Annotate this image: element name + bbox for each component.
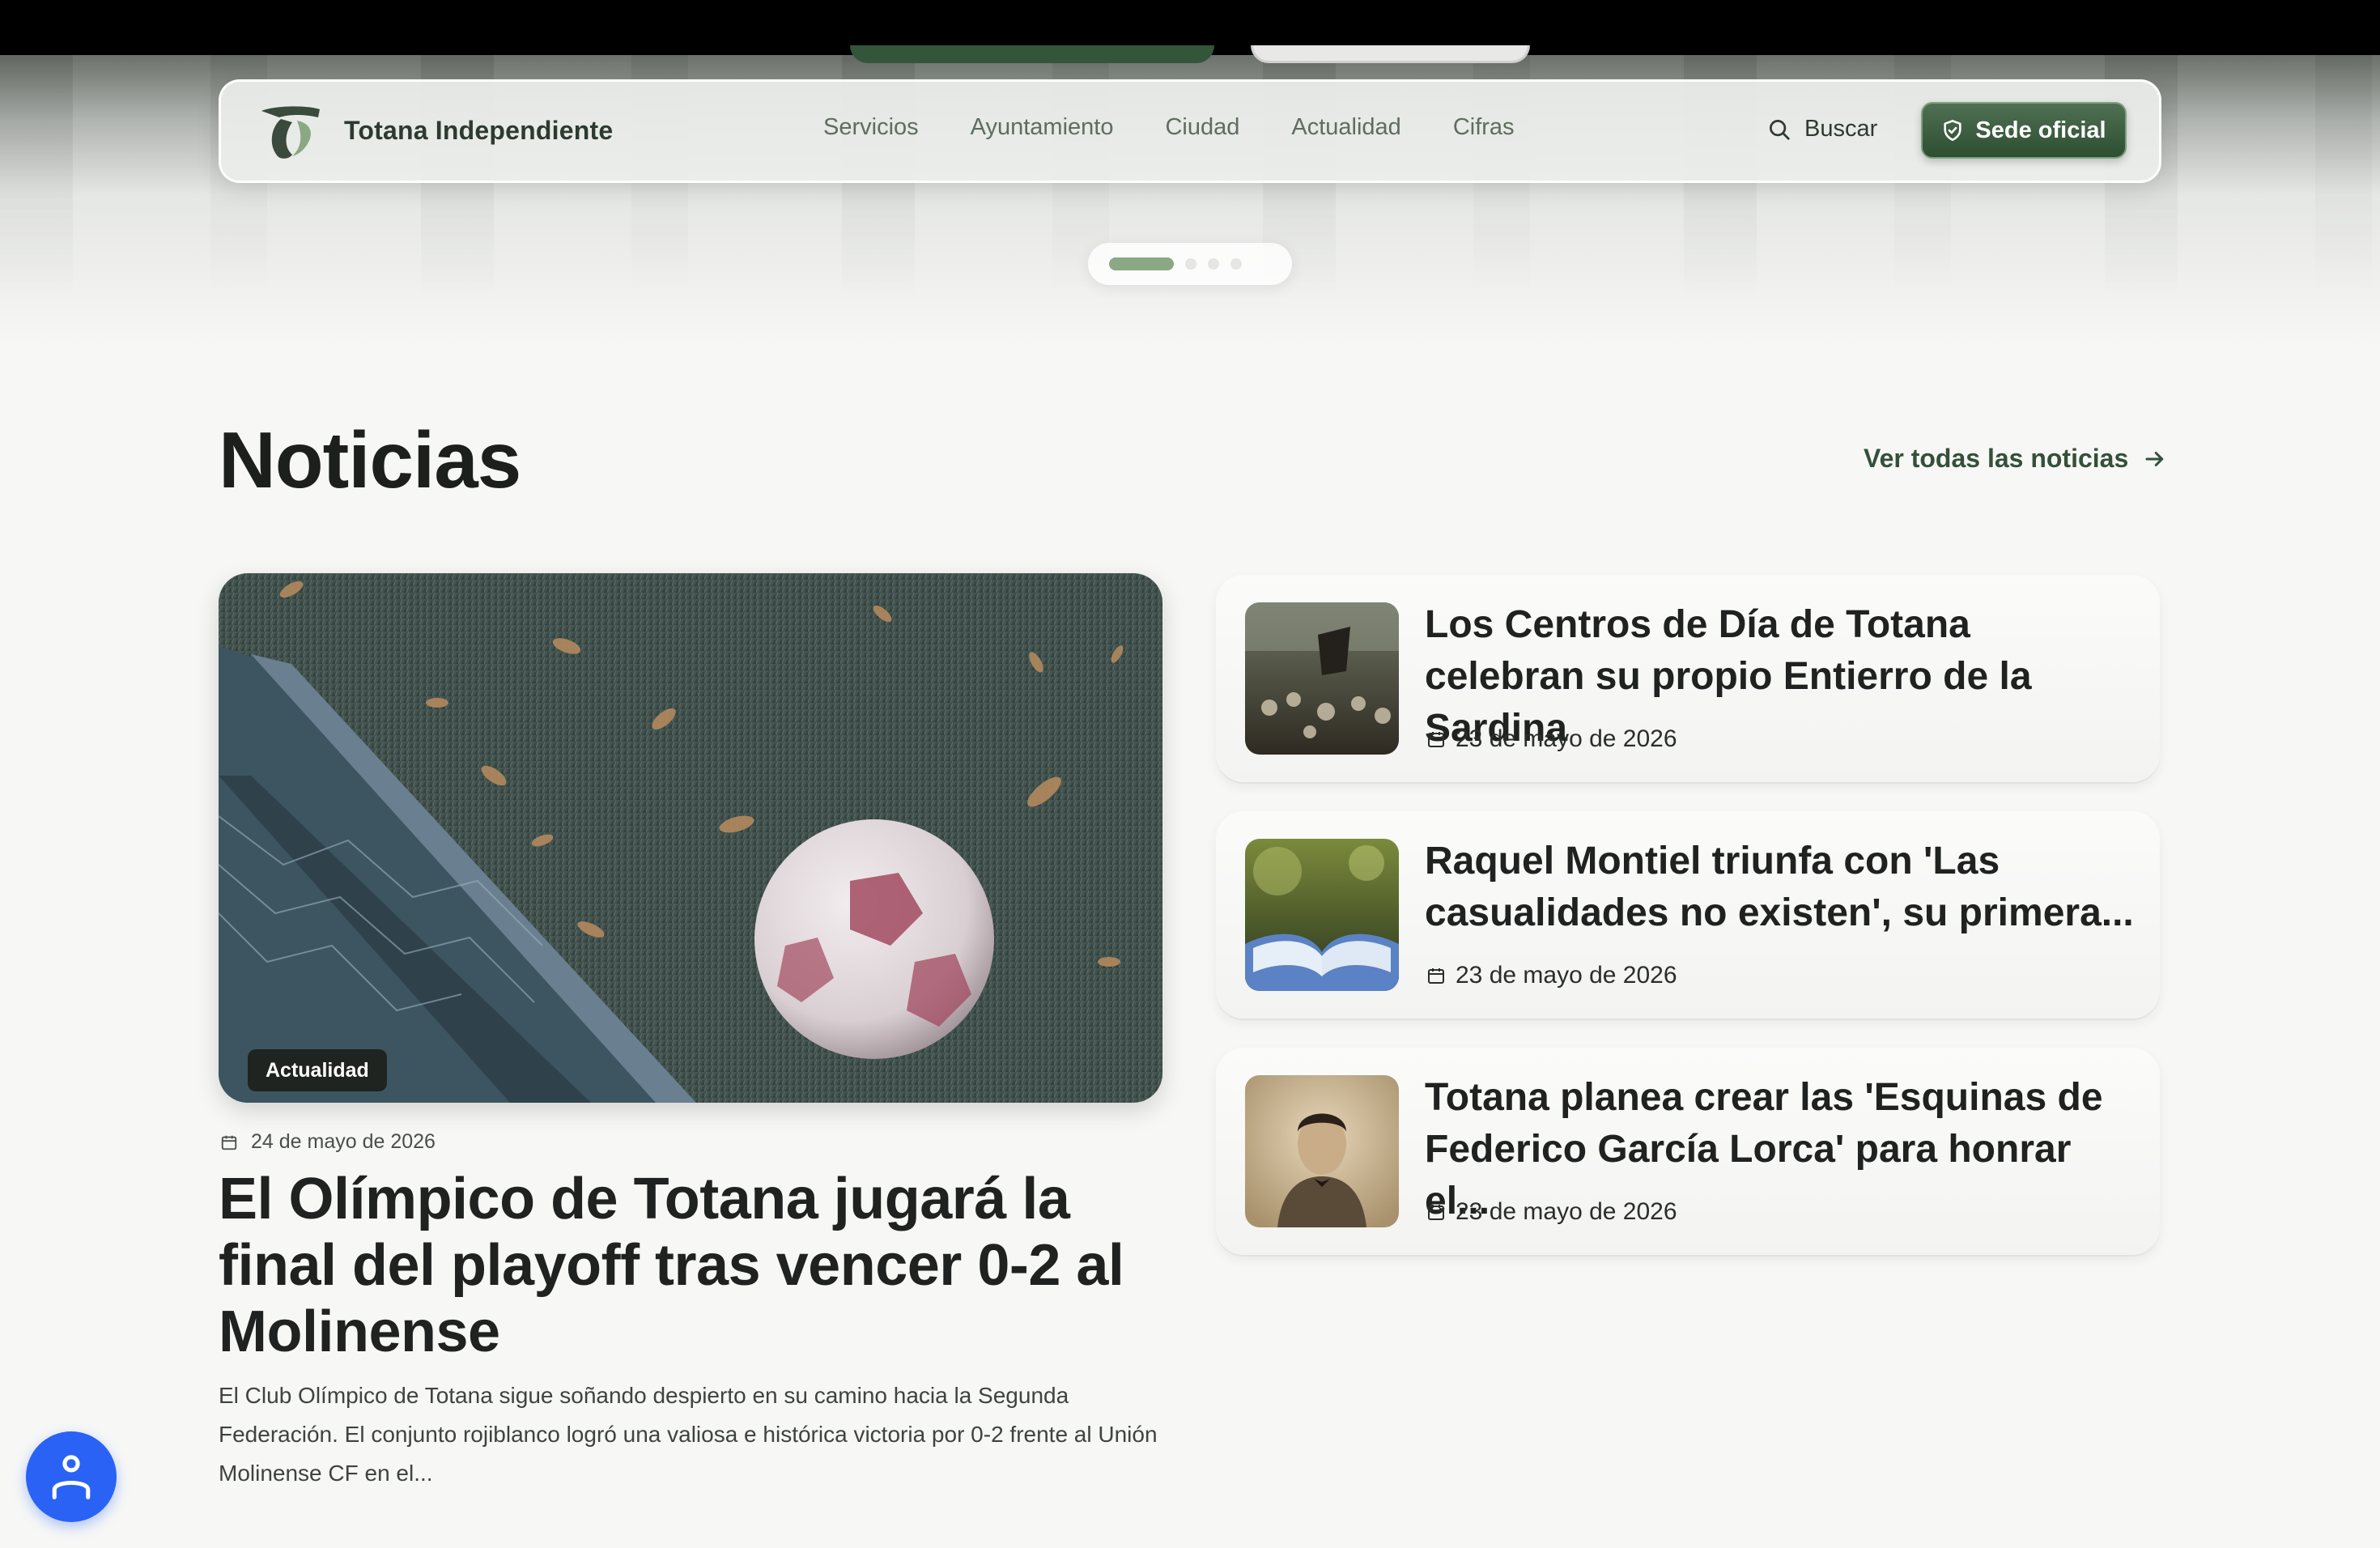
news-card-1[interactable]: Los Centros de Día de Totana celebran su… xyxy=(1216,575,2160,782)
brand-name[interactable]: Totana Independiente xyxy=(344,116,613,146)
carousel-dot-4[interactable] xyxy=(1230,258,1242,270)
main-navbar: Totana Independiente Servicios Ayuntamie… xyxy=(219,79,2161,183)
section-title: Noticias xyxy=(219,415,521,504)
news-date-text-3: 23 de mayo de 2026 xyxy=(1456,1198,1677,1225)
hero-secondary-button[interactable] xyxy=(1251,45,1530,63)
news-thumbnail-3 xyxy=(1245,1075,1399,1227)
primary-nav: Servicios Ayuntamiento Ciudad Actualidad… xyxy=(823,114,1515,141)
calendar-icon xyxy=(1428,732,1444,747)
sede-oficial-label: Sede oficial xyxy=(1975,117,2106,143)
calendar-icon xyxy=(221,1135,237,1150)
carousel-dot-1[interactable] xyxy=(1109,257,1174,270)
nav-item-cifras[interactable]: Cifras xyxy=(1453,114,1515,141)
carousel-pagination xyxy=(1088,243,1292,285)
carousel-dot-3[interactable] xyxy=(1208,258,1219,270)
calendar-icon xyxy=(1428,968,1444,984)
calendar-icon xyxy=(1428,1205,1444,1220)
see-all-label: Ver todas las noticias xyxy=(1864,444,2129,473)
nav-item-actualidad[interactable]: Actualidad xyxy=(1291,114,1400,141)
news-date-3: 23 de mayo de 2026 xyxy=(1426,1198,1677,1226)
news-thumbnail-2 xyxy=(1245,839,1399,991)
nav-item-ciudad[interactable]: Ciudad xyxy=(1165,114,1239,141)
carousel-dot-2[interactable] xyxy=(1185,258,1196,270)
nav-item-ayuntamiento[interactable]: Ayuntamiento xyxy=(971,114,1114,141)
arrow-right-icon xyxy=(2145,451,2164,466)
featured-date-text: 24 de mayo de 2026 xyxy=(251,1130,436,1153)
totana-logo-icon[interactable] xyxy=(257,103,323,161)
news-date-1: 23 de mayo de 2026 xyxy=(1426,725,1677,753)
news-thumbnail-1 xyxy=(1245,602,1399,755)
search-button[interactable]: Buscar xyxy=(1767,116,1877,142)
soccer-ball-image xyxy=(219,573,1162,1103)
news-date-text-2: 23 de mayo de 2026 xyxy=(1456,962,1677,989)
news-date-2: 23 de mayo de 2026 xyxy=(1426,962,1677,989)
sede-oficial-button[interactable]: Sede oficial xyxy=(1921,102,2127,159)
hero-primary-button[interactable] xyxy=(850,45,1214,63)
news-title-2[interactable]: Raquel Montiel triunfa con 'Las casualid… xyxy=(1425,836,2137,939)
news-card-3[interactable]: Totana planea crear las 'Esquinas de Fed… xyxy=(1216,1048,2160,1255)
featured-excerpt: El Club Olímpico de Totana sigue soñando… xyxy=(219,1383,1158,1486)
featured-article-image[interactable] xyxy=(219,573,1162,1103)
news-date-text-1: 23 de mayo de 2026 xyxy=(1456,725,1677,752)
nav-item-servicios[interactable]: Servicios xyxy=(823,114,919,141)
featured-date: 24 de mayo de 2026 xyxy=(220,1130,436,1154)
accessibility-button[interactable] xyxy=(26,1431,117,1522)
category-badge[interactable]: Actualidad xyxy=(248,1049,387,1091)
search-label: Buscar xyxy=(1804,116,1878,142)
news-card-2[interactable]: Raquel Montiel triunfa con 'Las casualid… xyxy=(1216,811,2160,1019)
see-all-news-link[interactable]: Ver todas las noticias xyxy=(1864,444,2167,474)
person-icon xyxy=(52,1455,91,1499)
featured-title[interactable]: El Olímpico de Totana jugará la final de… xyxy=(219,1166,1174,1365)
shield-check-icon xyxy=(1944,120,1962,141)
search-icon xyxy=(1770,119,1790,140)
